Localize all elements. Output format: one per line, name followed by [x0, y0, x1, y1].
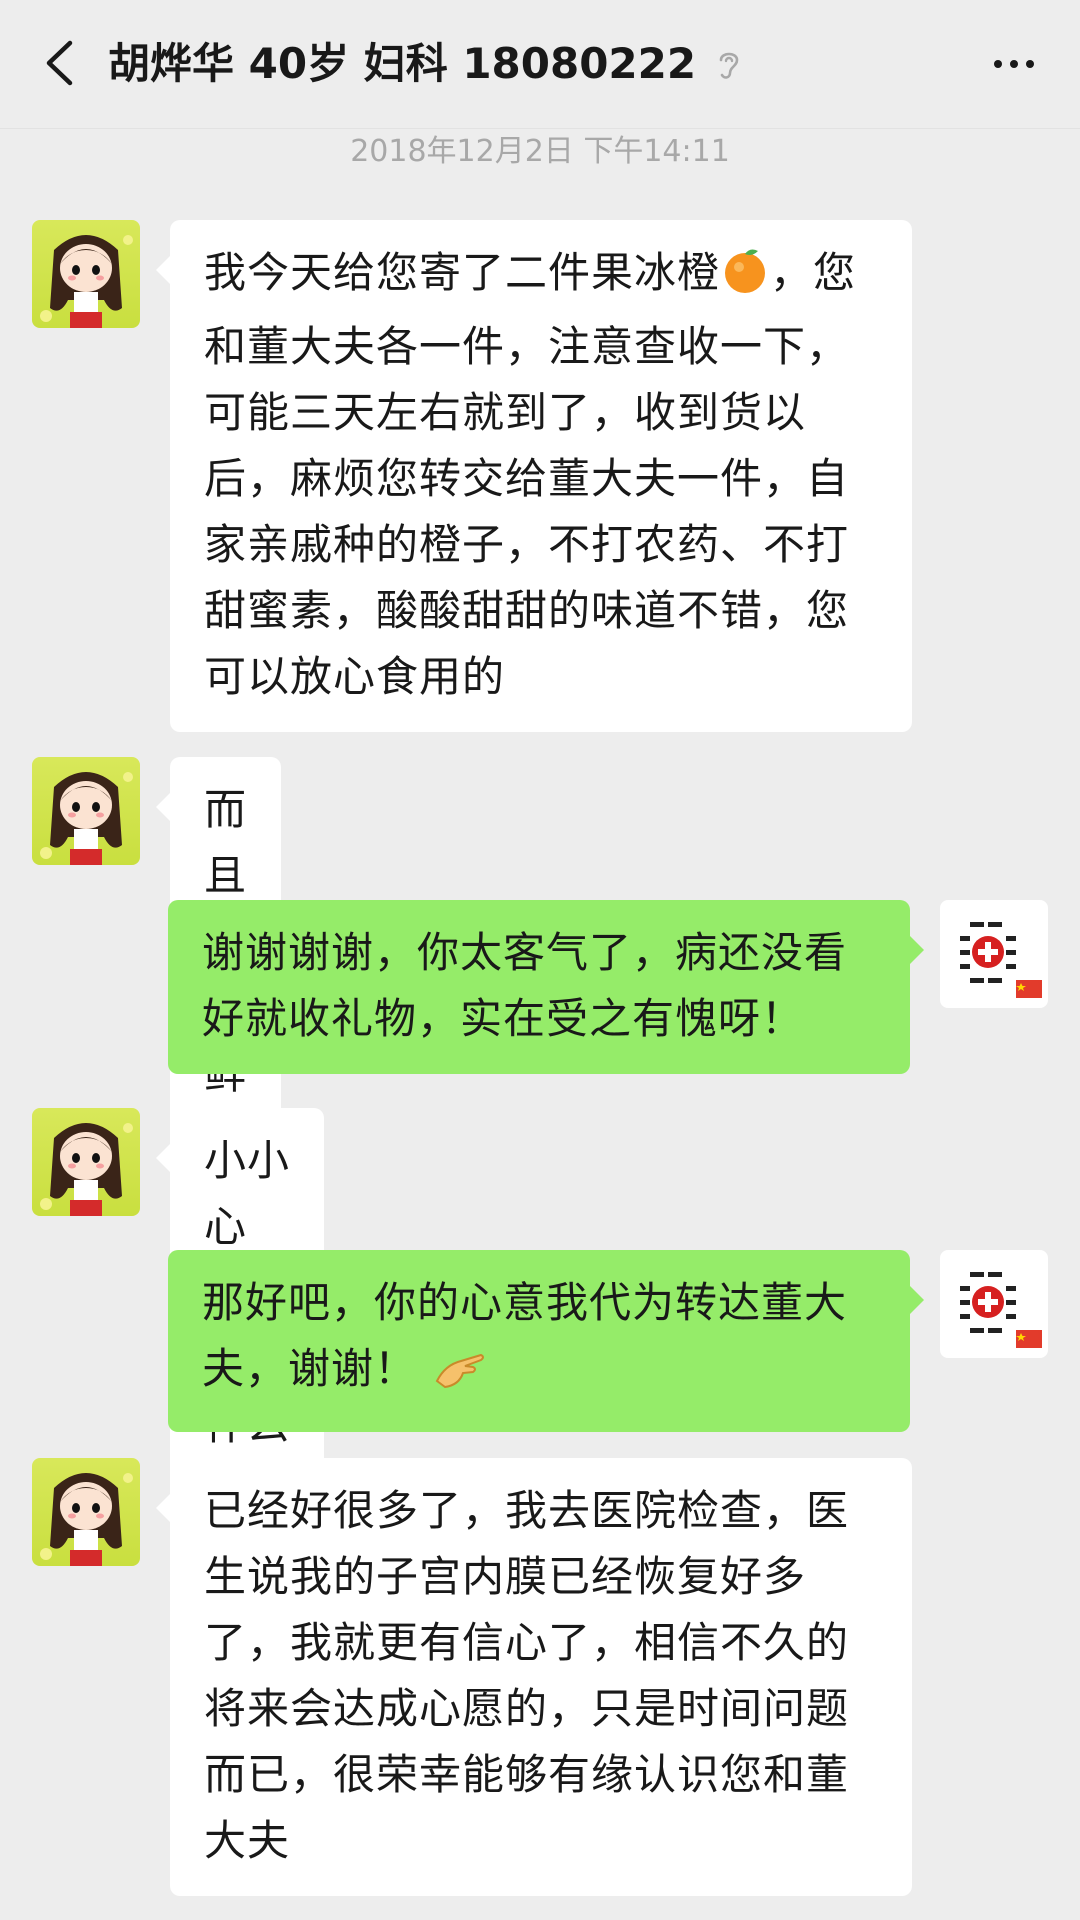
contact-avatar[interactable] [32, 757, 140, 865]
my-avatar[interactable] [940, 1250, 1048, 1358]
orange-emoji [720, 245, 770, 314]
hospital-logo-icon [960, 1272, 1042, 1348]
earpiece-icon [714, 46, 744, 82]
contact-avatar[interactable] [32, 220, 140, 328]
pointing-hand-emoji [431, 1341, 487, 1410]
girl-avatar-icon [40, 1473, 133, 1566]
more-dot [1026, 60, 1034, 68]
girl-avatar-icon [40, 772, 133, 865]
chat-title-text: 胡烨华 40岁 妇科 18080222 [108, 39, 697, 88]
my-avatar[interactable] [940, 900, 1048, 1008]
more-dot [1010, 60, 1018, 68]
more-button[interactable] [982, 46, 1046, 82]
girl-avatar-icon [40, 235, 133, 328]
girl-avatar-icon [40, 1123, 133, 1216]
more-dot [994, 60, 1002, 68]
message-text: 已经好很多了，我去医院检查，医生说我的子宫内膜已经恢复好多了，我就更有信心了，相… [204, 1486, 850, 1865]
chat-title: 胡烨华 40岁 妇科 18080222 [108, 34, 744, 94]
message-text: 那好吧，你的心意我代为转达董大夫，谢谢！ [202, 1278, 848, 1393]
message-bubble[interactable]: 那好吧，你的心意我代为转达董大夫，谢谢！ [168, 1250, 924, 1432]
contact-avatar[interactable] [32, 1108, 140, 1216]
hospital-logo-icon [960, 922, 1042, 998]
message-text: ，您和董大夫各一件，注意查收一下，可能三天左右就到了，收到货以后，麻烦您转交给董… [204, 248, 857, 701]
message-bubble[interactable]: 我今天给您寄了二件果冰橙 ，您和董大夫各一件，注意查收一下，可能三天左右就到了，收… [156, 220, 912, 732]
message-bubble[interactable]: 已经好很多了，我去医院检查，医生说我的子宫内膜已经恢复好多了，我就更有信心了，相… [156, 1458, 912, 1896]
contact-avatar[interactable] [32, 1458, 140, 1566]
message-text: 谢谢谢谢，你太客气了，病还没看好就收礼物，实在受之有愧呀！ [202, 928, 848, 1043]
message-bubble[interactable]: 谢谢谢谢，你太客气了，病还没看好就收礼物，实在受之有愧呀！ [168, 900, 924, 1074]
back-button[interactable] [36, 40, 82, 86]
chevron-left-icon [46, 40, 73, 86]
message-timestamp: 2018年12月2日 下午14:11 [350, 134, 730, 169]
top-bar: 胡烨华 40岁 妇科 18080222 [0, 0, 1080, 129]
message-text: 我今天给您寄了二件果冰橙 [204, 248, 721, 297]
